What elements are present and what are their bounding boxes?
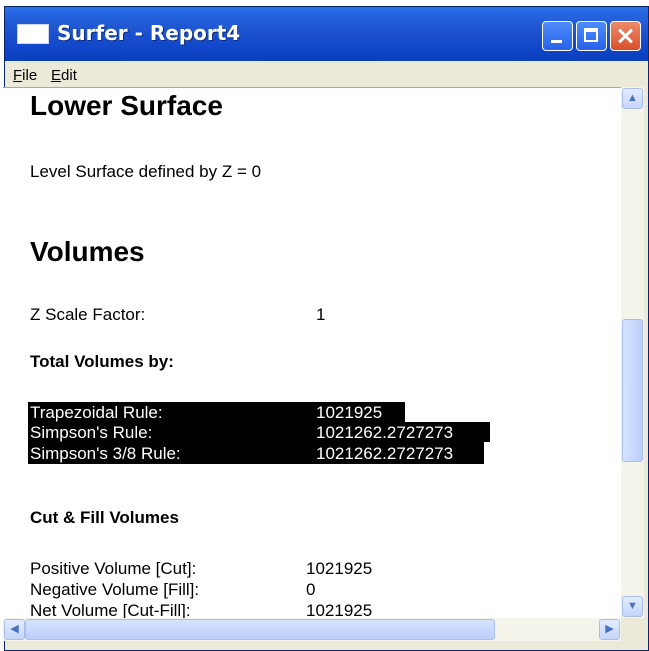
simpson-label: Simpson's Rule:	[30, 423, 153, 442]
scroll-down-arrow-icon[interactable]: ▼	[622, 596, 643, 617]
horizontal-scroll-thumb[interactable]	[25, 619, 495, 640]
scroll-right-arrow-icon[interactable]: ▶	[599, 619, 620, 640]
window-title: Surfer - Report4	[57, 21, 241, 45]
simpson38-value: 1021262.2727273	[316, 444, 454, 463]
minimize-button[interactable]	[542, 21, 573, 51]
vertical-scrollbar[interactable]: ▲ ▼	[621, 87, 644, 618]
simpson-value: 1021262.2727273	[316, 423, 454, 442]
maximize-button[interactable]	[576, 21, 607, 51]
scroll-up-arrow-icon[interactable]: ▲	[622, 88, 643, 109]
resize-grip-icon[interactable]	[621, 618, 644, 641]
horizontal-scrollbar[interactable]: ◀ ▶	[3, 618, 621, 641]
close-button[interactable]	[610, 21, 641, 51]
menu-file[interactable]: File	[13, 67, 37, 84]
title-bar[interactable]: Surfer - Report4	[5, 7, 648, 61]
scroll-left-arrow-icon[interactable]: ◀	[4, 619, 25, 640]
total-volumes-heading: Total Volumes by:	[30, 352, 174, 371]
trapezoidal-label: Trapezoidal Rule:	[30, 403, 163, 422]
app-icon	[17, 24, 49, 44]
vertical-scroll-thumb[interactable]	[622, 319, 643, 462]
cut-fill-heading: Cut & Fill Volumes	[30, 508, 179, 527]
level-surface-text: Level Surface defined by Z = 0	[30, 162, 262, 181]
simpson38-label: Simpson's 3/8 Rule:	[30, 444, 181, 463]
negative-volume-label: Negative Volume [Fill]:	[30, 580, 200, 599]
positive-volume-value: 1021925	[306, 559, 373, 578]
positive-volume-label: Positive Volume [Cut]:	[30, 559, 197, 578]
menu-edit[interactable]: Edit	[51, 67, 77, 84]
negative-volume-value: 0	[306, 580, 316, 599]
net-volume-value: 1021925	[306, 601, 373, 618]
lower-surface-heading: Lower Surface	[30, 90, 223, 121]
trapezoidal-value: 1021925	[316, 403, 383, 422]
z-scale-value: 1	[316, 305, 326, 324]
volumes-heading: Volumes	[30, 236, 145, 267]
report-content[interactable]: Lower Surface Level Surface defined by Z…	[3, 87, 621, 618]
z-scale-label: Z Scale Factor:	[30, 305, 146, 324]
net-volume-label: Net Volume [Cut-Fill]:	[30, 601, 191, 618]
